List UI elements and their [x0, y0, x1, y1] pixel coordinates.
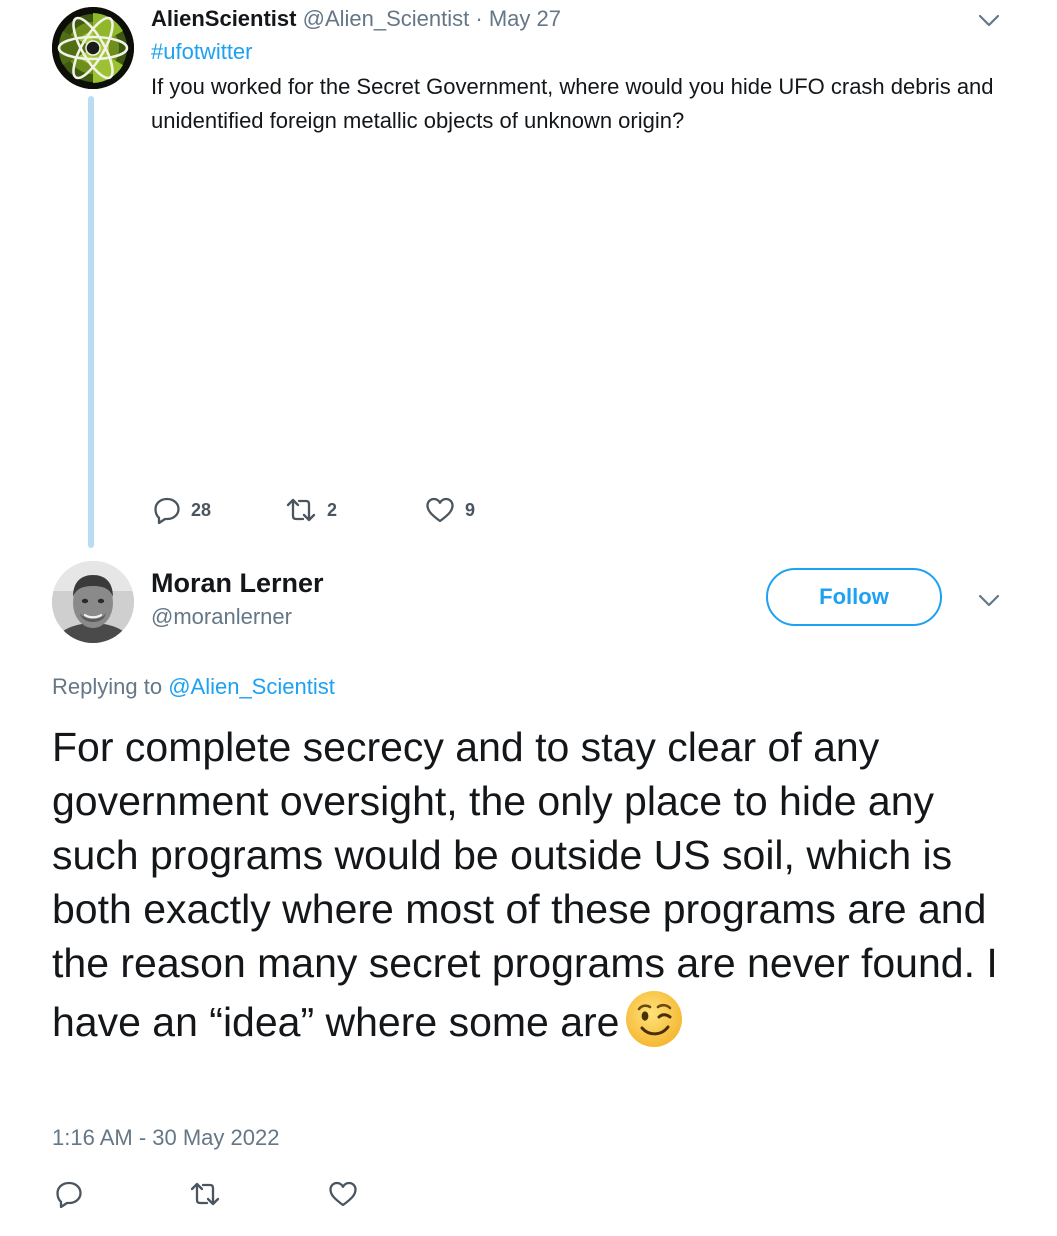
- reply-author-avatar[interactable]: [52, 561, 134, 643]
- reply-author-handle[interactable]: @moranlerner: [151, 603, 292, 631]
- reply-tweet-menu-button[interactable]: [978, 594, 1000, 608]
- reply-retweet-button[interactable]: [189, 1180, 221, 1208]
- retweet-icon: [190, 1182, 220, 1206]
- heart-icon: [426, 497, 454, 523]
- retweet-icon: [286, 498, 316, 522]
- parent-retweet-button[interactable]: 2: [285, 493, 337, 527]
- reply-reply-button[interactable]: [55, 1180, 83, 1208]
- reply-icon: [154, 497, 180, 524]
- like-count: 9: [465, 500, 476, 520]
- user-photo-avatar-icon: [52, 561, 134, 643]
- header-separator: ·: [475, 6, 483, 31]
- reply-icon: [56, 1181, 82, 1208]
- winking-face-emoji-icon: [625, 990, 683, 1048]
- atom-avatar-icon: [52, 7, 134, 89]
- parent-tweet-date[interactable]: May 27: [489, 6, 561, 31]
- replying-to-line: Replying to @Alien_Scientist: [52, 673, 335, 701]
- reply-like-button[interactable]: [328, 1180, 358, 1208]
- chevron-down-icon: [978, 594, 1000, 607]
- parent-tweet-menu-button[interactable]: [978, 14, 1000, 28]
- reply-tweet-text: For complete secrecy and to stay clear o…: [52, 724, 998, 1045]
- retweet-count: 2: [327, 500, 338, 520]
- follow-button[interactable]: Follow: [766, 568, 942, 626]
- replying-to-prefix: Replying to: [52, 674, 169, 699]
- parent-author-avatar[interactable]: [52, 7, 134, 89]
- parent-reply-button[interactable]: 28: [153, 493, 211, 527]
- reply-count: 28: [191, 500, 212, 520]
- thread-connector-line: [88, 96, 94, 548]
- parent-tweet-text: If you worked for the Secret Government,…: [151, 74, 994, 133]
- parent-author-handle[interactable]: @Alien_Scientist: [303, 6, 470, 31]
- parent-tweet-hashtag[interactable]: #ufotwitter: [151, 38, 253, 66]
- parent-like-button[interactable]: 9: [425, 493, 475, 527]
- chevron-down-icon: [978, 14, 1000, 27]
- parent-tweet-header: AlienScientist @Alien_Scientist · May 27: [151, 5, 561, 33]
- reply-author-name[interactable]: Moran Lerner: [151, 567, 324, 599]
- reply-tweet-timestamp[interactable]: 1:16 AM - 30 May 2022: [52, 1124, 279, 1152]
- replying-to-mention[interactable]: @Alien_Scientist: [168, 674, 335, 699]
- reply-tweet-body: For complete secrecy and to stay clear o…: [52, 720, 1032, 1049]
- parent-author-name[interactable]: AlienScientist: [151, 6, 296, 31]
- heart-icon: [329, 1181, 357, 1207]
